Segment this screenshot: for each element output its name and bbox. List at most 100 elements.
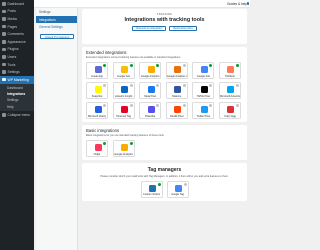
basic-grid: Hotjar Google Analytics: [86, 140, 243, 157]
plugin-nav-integrations[interactable]: Integrations: [36, 16, 77, 24]
integration-card-crazy-egg[interactable]: Crazy Egg: [218, 102, 241, 119]
integration-card-matomo[interactable]: Matomo: [165, 82, 188, 99]
admin-menu-label: Tools: [7, 62, 16, 67]
plugins-icon: [2, 47, 6, 52]
integration-card-meta-pixel[interactable]: Meta Pixel: [139, 82, 162, 99]
tag-managers-section: Tag managers Please consider which you i…: [82, 163, 247, 201]
linkedin-insight-logo-icon: [121, 86, 129, 93]
google-analytics-4-logo-icon: [174, 66, 182, 73]
admin-menu-wp-marketing[interactable]: WP Marketing: [0, 75, 34, 84]
integration-card-twitter-pixel[interactable]: Twitter Pixel: [192, 102, 215, 119]
integration-name: Google Ads: [196, 74, 210, 78]
users-icon: [2, 55, 6, 59]
admin-submenu-help[interactable]: Help: [0, 104, 34, 110]
dashboard-icon: [2, 2, 6, 6]
admin-menu-posts[interactable]: Posts: [0, 8, 34, 16]
integration-name: Meta Pixel: [144, 94, 157, 98]
settings-icon: [2, 70, 6, 74]
admin-menu-comments[interactable]: Comments: [0, 30, 34, 38]
integration-status-indicator: [182, 64, 186, 67]
admin-menu-users[interactable]: Users: [0, 53, 34, 61]
integration-name: LinkedIn Insight: [114, 94, 133, 98]
help-link[interactable]: Guides & help: [227, 2, 247, 6]
read-docs-button[interactable]: Read setup docs: [169, 26, 197, 31]
integration-name: Pinterest Tag: [116, 114, 131, 118]
integration-status-indicator: [103, 142, 106, 145]
plugin-nav-general-settings[interactable]: General Settings: [36, 23, 77, 30]
integration-card-tiktok-pixel[interactable]: TikTok Pixel: [192, 82, 215, 99]
reddit-pixel-logo-icon: [174, 106, 182, 113]
twitter-pixel-logo-icon: [200, 106, 208, 113]
admin-menu-pages[interactable]: Pages: [0, 23, 34, 31]
integration-card-plausible[interactable]: Plausible: [139, 102, 162, 119]
page-title: Integrations with tracking tools: [124, 17, 205, 23]
integration-name: HubSpot: [225, 74, 235, 78]
admin-menu-tools[interactable]: Tools: [0, 61, 34, 69]
integration-card-microsoft-advertising[interactable]: Microsoft Advertising: [218, 82, 241, 99]
hero-kicker: TRACKING: [156, 13, 172, 16]
integration-status-indicator: [156, 64, 160, 67]
admin-submenu: Dashboard Integrations Settings Help: [0, 83, 34, 112]
extended-description: Extended integrations connect tracking f…: [86, 56, 181, 59]
integration-card-google-analytics[interactable]: Google Analytics: [139, 62, 162, 79]
admin-menu-label: Comments: [7, 32, 24, 37]
integration-name: Snapchat: [91, 94, 103, 98]
google-ads-logo-icon: [121, 66, 129, 73]
crazy-egg-logo-icon: [227, 106, 235, 113]
unlock-pro-button[interactable]: Unlock Pro features: [40, 34, 74, 39]
request-integration-button[interactable]: Request an integration: [132, 26, 167, 31]
integration-card-reddit-pixel[interactable]: Reddit Pixel: [165, 102, 188, 119]
comments-icon: [2, 32, 6, 36]
plugin-nav: Settings Integrations General Settings Un…: [36, 8, 78, 250]
meta-pixel-logo-icon: [147, 86, 155, 93]
admin-menu-settings[interactable]: Settings: [0, 68, 34, 76]
integration-card-google-ads[interactable]: Google Ads: [192, 62, 215, 79]
extended-title: Extended integrations: [86, 50, 127, 55]
integration-status-indicator: [156, 104, 160, 107]
integration-status-indicator: [103, 64, 106, 67]
integration-card-google-analytics-4[interactable]: Google Analytics 4: [165, 62, 188, 79]
extended-section: Extended integrations Extended integrati…: [82, 47, 247, 122]
integration-card-pinterest-tag[interactable]: Pinterest Tag: [112, 102, 135, 119]
admin-menu-plugins[interactable]: Plugins: [0, 46, 34, 54]
integration-card-linear-app[interactable]: Linear App: [86, 62, 108, 79]
appearance-icon: [2, 40, 6, 44]
admin-menu-label: Collapse menu: [7, 112, 31, 117]
admin-menu-label: WP Marketing: [7, 77, 29, 82]
admin-menu-label: Users: [7, 54, 17, 59]
integration-card-google-analytics[interactable]: Google Analytics: [112, 140, 135, 157]
admin-menu-dashboard[interactable]: Dashboard: [0, 0, 34, 8]
integration-status-indicator: [157, 182, 161, 186]
integration-status-indicator: [235, 64, 239, 67]
integration-card-microsoft-clarity[interactable]: Microsoft Clarity: [86, 102, 108, 119]
main-content: TRACKING Integrations with tracking tool…: [82, 9, 247, 201]
admin-menu-collapse-menu[interactable]: Collapse menu: [0, 111, 34, 119]
admin-menu-label: Settings: [7, 70, 20, 75]
integration-name: Google Analytics 4: [166, 74, 187, 78]
integration-name: TikTok Pixel: [196, 94, 210, 98]
integration-card-linkedin-insight[interactable]: LinkedIn Insight: [112, 82, 135, 99]
integration-card-google-ads[interactable]: Google Ads: [112, 62, 135, 79]
integration-name: Google Tag: [171, 193, 184, 196]
help-icon[interactable]: [246, 2, 249, 5]
admin-menu-appearance[interactable]: Appearance: [0, 38, 34, 46]
pinterest-tag-logo-icon: [121, 106, 129, 113]
wp-marketing-icon: [2, 77, 6, 82]
integration-name: Microsoft Advertising: [219, 94, 240, 98]
integration-card-google-tag[interactable]: Google Tag: [166, 180, 189, 198]
integration-status-indicator: [182, 84, 186, 87]
integration-card-hubspot[interactable]: HubSpot: [218, 62, 241, 79]
admin-menu: Dashboard Posts Media Pages Comments Appearan…: [0, 0, 34, 119]
integration-status-indicator: [129, 64, 133, 67]
linear-app-logo-icon: [94, 66, 102, 73]
integration-card-custom-scripts[interactable]: Custom Scripts: [140, 180, 163, 198]
integration-name: Google Analytics: [114, 152, 133, 156]
basic-section: Basic integrations Basic integrations le…: [82, 125, 247, 160]
integration-card-hotjar[interactable]: Hotjar: [86, 140, 108, 157]
admin-menu-media[interactable]: Media: [0, 15, 34, 23]
integration-name: Plausible: [145, 114, 156, 118]
integration-card-snapchat[interactable]: Snapchat: [86, 82, 108, 99]
admin-menu-label: Pages: [7, 24, 18, 29]
collapse-menu-icon: [2, 113, 6, 117]
matomo-logo-icon: [174, 86, 182, 93]
